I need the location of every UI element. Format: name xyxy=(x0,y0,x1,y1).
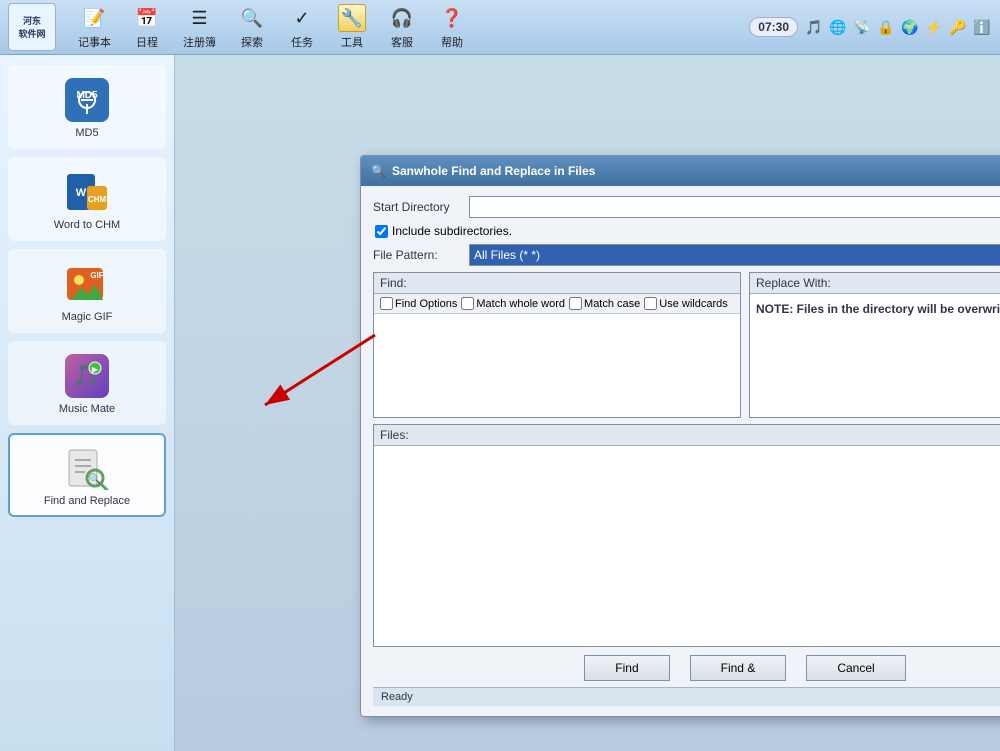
dialog-titlebar: 🔍 Sanwhole Find and Replace in Files — □… xyxy=(361,156,1000,186)
replace-textarea[interactable] xyxy=(750,324,1000,404)
file-pattern-input-group: ▼ xyxy=(469,244,1000,266)
tray-globe: 🌍 xyxy=(900,17,920,37)
music-mate-icon: 🎵 ▶ xyxy=(62,351,112,401)
notes-icon: 📝 xyxy=(81,4,109,32)
replace-note: NOTE: Files in the directory will be ove… xyxy=(750,294,1000,324)
tray-power: ⚡ xyxy=(924,17,944,37)
nav-help[interactable]: ❓ 帮助 xyxy=(428,0,476,54)
taskbar: 河东软件网 📝 记事本 📅 日程 ☰ 注册簿 🔍 探索 ✓ 任务 🔧 工具 🎧 xyxy=(0,0,1000,55)
top-right-area: 07:30 🎵 🌐 📡 🔒 🌍 ⚡ 🔑 ℹ️ xyxy=(749,17,992,37)
find-replace-label: Find and Replace xyxy=(44,495,130,507)
main-layout: MD5 md5 W CHM Word to CHM xyxy=(0,55,1000,751)
find-panel: Find: Find Options Match whole word xyxy=(373,272,741,418)
match-whole-word-checkbox[interactable] xyxy=(461,297,474,310)
tray-lock: 🔒 xyxy=(876,17,896,37)
replace-panel: Replace With: NOTE: Files in the directo… xyxy=(749,272,1000,418)
use-wildcards-checkbox[interactable] xyxy=(644,297,657,310)
register-icon: ☰ xyxy=(186,4,214,32)
word-chm-icon: W CHM xyxy=(62,167,112,217)
find-replace-icon: 🔍 xyxy=(62,443,112,493)
nav-schedule[interactable]: 📅 日程 xyxy=(123,0,171,54)
help-icon: ❓ xyxy=(438,4,466,32)
tray-net: 🌐 xyxy=(828,17,848,37)
schedule-icon: 📅 xyxy=(133,4,161,32)
use-wildcards-label[interactable]: Use wildcards xyxy=(644,297,727,310)
content-area: 🔍 Sanwhole Find and Replace in Files — □… xyxy=(175,55,1000,751)
svg-text:▶: ▶ xyxy=(92,365,99,374)
nav-tools[interactable]: 🔧 工具 xyxy=(328,0,376,54)
tray-icons: 🎵 🌐 📡 🔒 🌍 ⚡ 🔑 ℹ️ xyxy=(804,17,992,37)
bottom-buttons: Find Find & Cancel xyxy=(373,655,1000,681)
dialog-title-text: Sanwhole Find and Replace in Files xyxy=(392,164,595,178)
sidebar-item-md5[interactable]: MD5 md5 xyxy=(8,65,166,149)
find-textarea[interactable] xyxy=(374,314,740,414)
app-logo: 河东软件网 xyxy=(8,3,56,51)
nav-notes[interactable]: 📝 记事本 xyxy=(68,0,121,54)
include-subdirectories-checkbox[interactable] xyxy=(375,225,388,238)
start-directory-input[interactable] xyxy=(469,196,1000,218)
svg-text:🔍: 🔍 xyxy=(89,472,101,485)
word-chm-label: Word to CHM xyxy=(54,219,120,231)
start-directory-input-group: ▼ xyxy=(469,196,1000,218)
tasks-icon: ✓ xyxy=(288,4,316,32)
svg-text:W: W xyxy=(76,187,87,199)
find-button[interactable]: Find xyxy=(584,655,669,681)
find-panel-header: Find: xyxy=(374,273,740,294)
tray-info: ℹ️ xyxy=(972,17,992,37)
service-icon: 🎧 xyxy=(388,4,416,32)
sidebar: MD5 md5 W CHM Word to CHM xyxy=(0,55,175,751)
find-options-label[interactable]: Find Options xyxy=(380,297,457,310)
music-mate-label: Music Mate xyxy=(59,403,115,415)
replace-panel-header: Replace With: xyxy=(750,273,1000,294)
start-directory-label: Start Directory xyxy=(373,200,463,214)
dialog-body: Start Directory ▼ Add Del Include subdir… xyxy=(361,186,1000,716)
dialog-title-icon: 🔍 xyxy=(371,164,386,178)
file-pattern-row: File Pattern: ▼ Add Del xyxy=(373,244,1000,266)
tools-icon: 🔧 xyxy=(338,4,366,32)
magic-gif-label: Magic GIF xyxy=(62,311,113,323)
start-directory-row: Start Directory ▼ Add Del xyxy=(373,196,1000,218)
find-options-checkbox[interactable] xyxy=(380,297,393,310)
find-replace-button[interactable]: Find & xyxy=(690,655,787,681)
md5-icon: MD5 xyxy=(62,75,112,125)
files-list xyxy=(374,446,1000,646)
dialog-title: 🔍 Sanwhole Find and Replace in Files xyxy=(371,164,595,178)
magic-gif-icon: GIF xyxy=(62,259,112,309)
sidebar-item-find-replace[interactable]: 🔍 Find and Replace xyxy=(8,433,166,517)
explore-icon: 🔍 xyxy=(238,4,266,32)
status-bar: Ready xyxy=(373,687,1000,706)
md5-label: md5 xyxy=(75,127,98,139)
files-section: Files: xyxy=(373,424,1000,647)
match-case-checkbox[interactable] xyxy=(569,297,582,310)
sidebar-item-magic-gif[interactable]: GIF Magic GIF xyxy=(8,249,166,333)
tray-key: 🔑 xyxy=(948,17,968,37)
clock-display: 07:30 xyxy=(749,17,798,37)
svg-text:GIF: GIF xyxy=(90,271,103,280)
nav-explore[interactable]: 🔍 探索 xyxy=(228,0,276,54)
tray-music: 🎵 xyxy=(804,17,824,37)
sidebar-item-word-chm[interactable]: W CHM Word to CHM xyxy=(8,157,166,241)
include-subdirectories-row: Include subdirectories. xyxy=(373,224,1000,238)
svg-text:CHM: CHM xyxy=(88,195,107,204)
sidebar-item-music-mate[interactable]: 🎵 ▶ Music Mate xyxy=(8,341,166,425)
status-text: Ready xyxy=(381,691,413,703)
include-subdirectories-label[interactable]: Include subdirectories. xyxy=(392,224,512,238)
dialog: 🔍 Sanwhole Find and Replace in Files — □… xyxy=(360,155,1000,717)
files-header: Files: xyxy=(374,425,1000,446)
tray-signal: 📡 xyxy=(852,17,872,37)
match-whole-word-label[interactable]: Match whole word xyxy=(461,297,565,310)
nav-tasks[interactable]: ✓ 任务 xyxy=(278,0,326,54)
find-options-row: Find Options Match whole word Match case xyxy=(374,294,740,314)
cancel-button[interactable]: Cancel xyxy=(806,655,905,681)
nav-service[interactable]: 🎧 客服 xyxy=(378,0,426,54)
nav-register[interactable]: ☰ 注册簿 xyxy=(173,0,226,54)
find-replace-panels: Find: Find Options Match whole word xyxy=(373,272,1000,418)
file-pattern-label: File Pattern: xyxy=(373,248,463,262)
nav-buttons: 📝 记事本 📅 日程 ☰ 注册簿 🔍 探索 ✓ 任务 🔧 工具 🎧 客服 ❓ xyxy=(68,0,476,54)
file-pattern-input[interactable] xyxy=(469,244,1000,266)
match-case-label[interactable]: Match case xyxy=(569,297,640,310)
